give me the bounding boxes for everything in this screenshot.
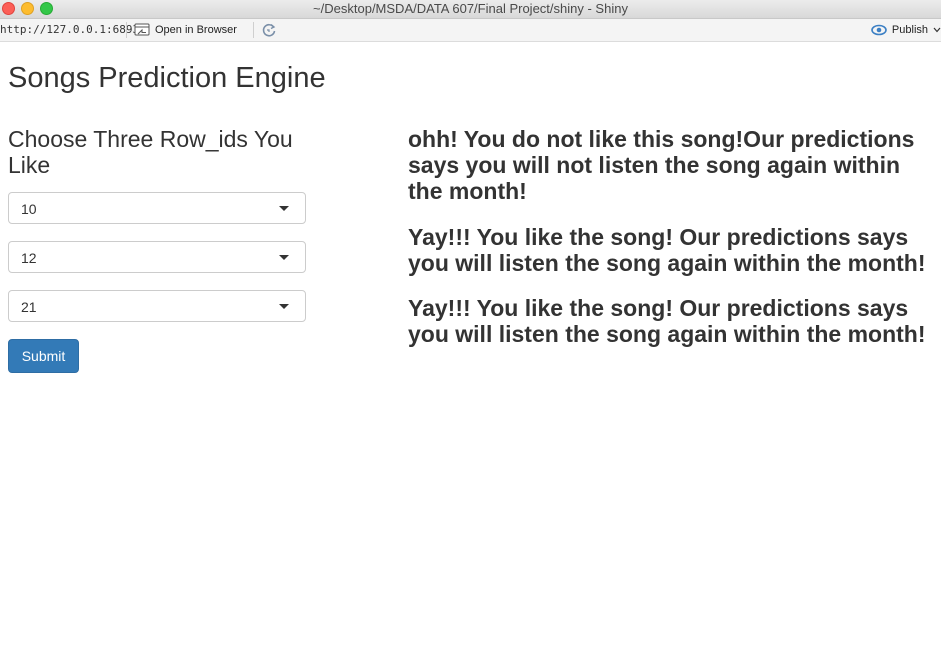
toolbar-divider: [253, 22, 254, 38]
select-value: 21: [21, 299, 37, 315]
row-id-select-1[interactable]: 10: [8, 192, 306, 224]
row-id-select-2[interactable]: 12: [8, 241, 306, 273]
submit-button[interactable]: Submit: [8, 339, 79, 373]
publish-button[interactable]: Publish: [871, 22, 941, 38]
caret-down-icon: [279, 206, 289, 211]
refresh-icon[interactable]: [261, 22, 277, 38]
publish-icon: [871, 24, 887, 36]
page-title: Songs Prediction Engine: [8, 62, 326, 94]
row-id-select-3[interactable]: 21: [8, 290, 306, 322]
browser-window-icon: [134, 23, 150, 36]
prediction-result-1: ohh! You do not like this song!Our predi…: [408, 126, 915, 204]
open-in-browser-label: Open in Browser: [155, 24, 237, 36]
window-title: ~/Desktop/MSDA/DATA 607/Final Project/sh…: [313, 1, 628, 16]
window-titlebar: ~/Desktop/MSDA/DATA 607/Final Project/sh…: [0, 0, 941, 19]
caret-down-icon: [279, 255, 289, 260]
prediction-result-2: Yay!!! You like the song! Our prediction…: [408, 224, 926, 276]
url-text: http://127.0.0.1:6893: [0, 23, 140, 36]
caret-down-icon: [279, 304, 289, 309]
row-id-prompt: Choose Three Row_ids You Like: [8, 126, 293, 178]
open-in-browser-button[interactable]: Open in Browser: [134, 22, 237, 38]
prediction-result-3: Yay!!! You like the song! Our prediction…: [408, 295, 926, 347]
viewer-toolbar: http://127.0.0.1:6893 Open in Browser Pu…: [0, 19, 941, 42]
select-value: 12: [21, 250, 37, 266]
select-value: 10: [21, 201, 37, 217]
publish-label: Publish: [891, 24, 928, 36]
toolbar-divider: [126, 22, 127, 38]
chevron-down-icon[interactable]: [933, 27, 941, 33]
